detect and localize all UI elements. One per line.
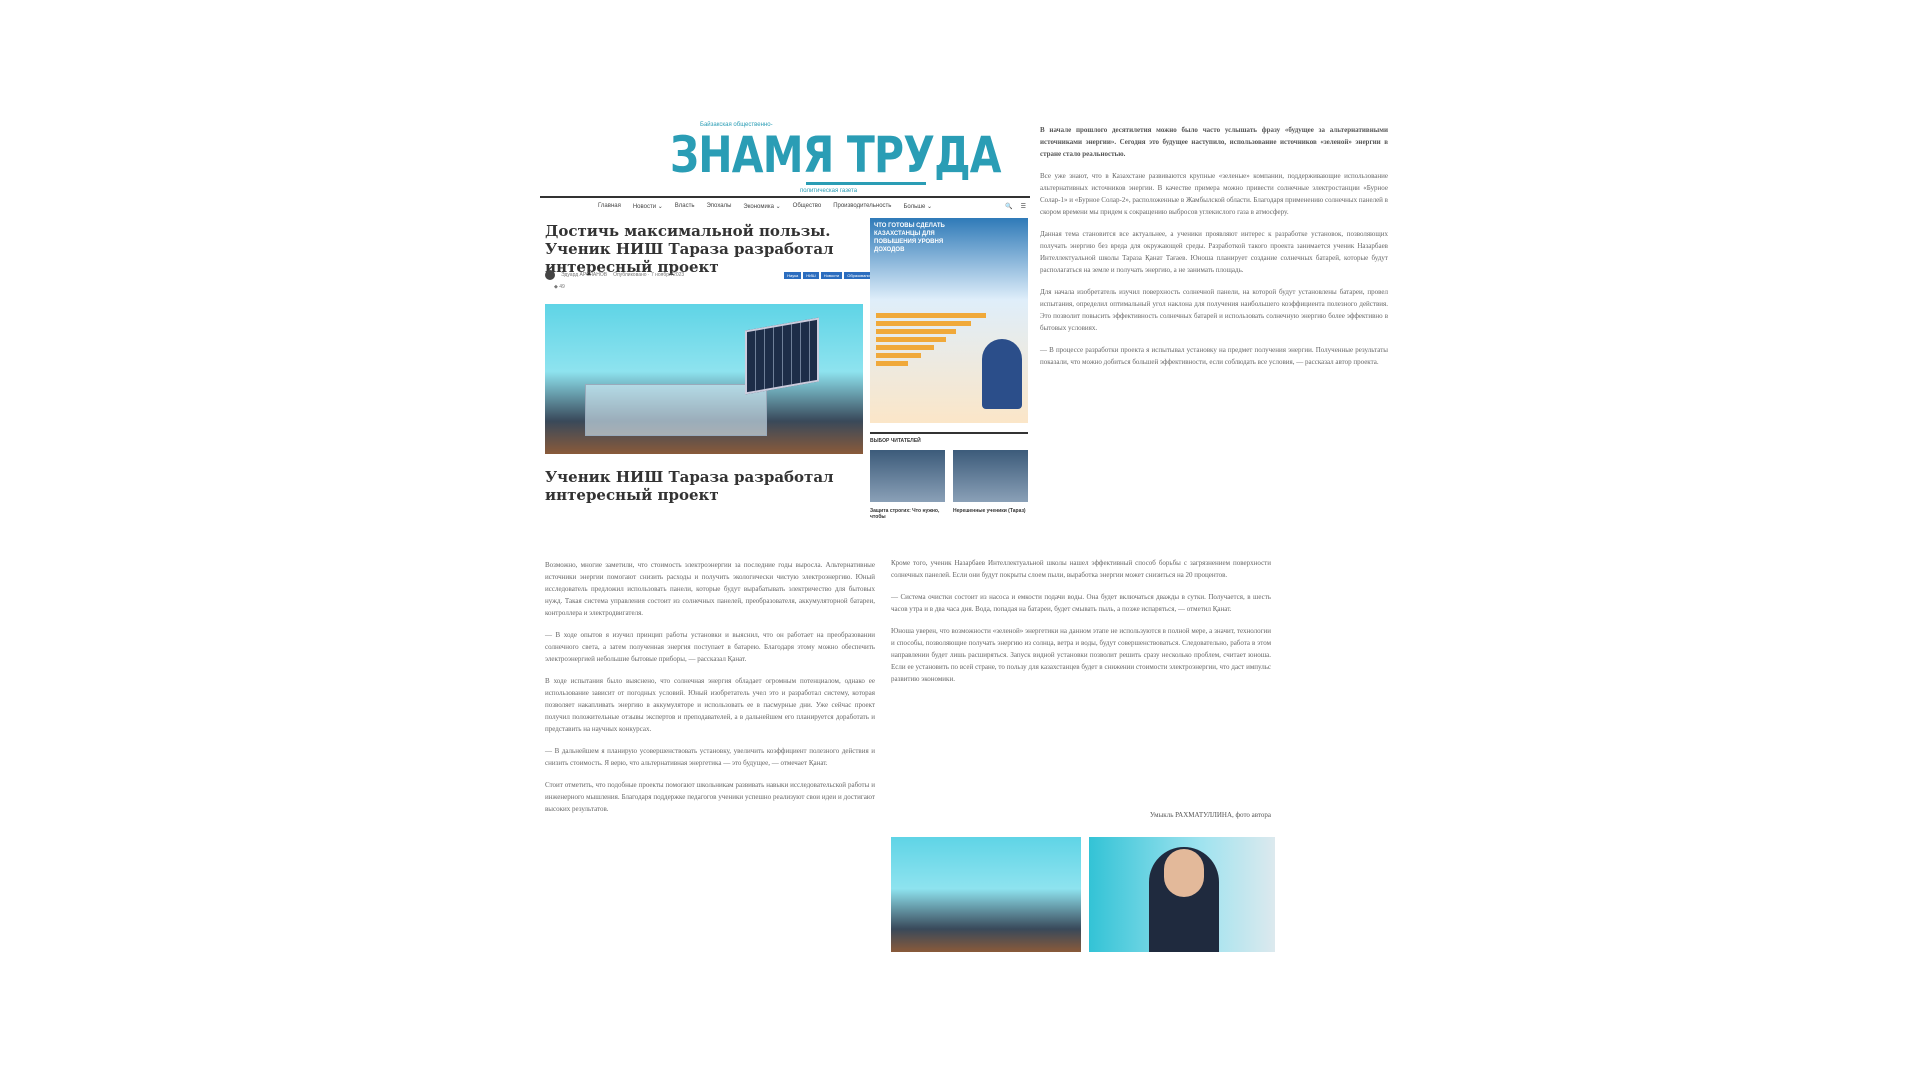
- promo-bar: [876, 337, 946, 342]
- tag-list: Наука НИШ Новости Образование: [784, 271, 875, 279]
- tag-nish[interactable]: НИШ: [803, 271, 819, 279]
- author-name[interactable]: Эдуард АРСЛАНОВ: [561, 272, 607, 278]
- paragraph: Стоит отметить, что подобные проекты пом…: [545, 781, 875, 813]
- sidebar-thumbnails: [870, 450, 1028, 502]
- logo-underline: [806, 182, 926, 185]
- paragraph: — В дальнейшем я планирую усовершенствов…: [545, 747, 875, 767]
- paragraph: Данная тема становится все актуальнее, а…: [1040, 230, 1388, 274]
- author-avatar: [545, 270, 555, 280]
- paragraph: Возможно, многие заметили, что стоимость…: [545, 561, 875, 617]
- paragraph: — В процессе разработки проекта я испыты…: [1040, 346, 1388, 366]
- paragraph: В ходе испытания было выяснено, что солн…: [545, 677, 875, 733]
- sidebar-thumb[interactable]: [953, 450, 1028, 502]
- nav-item-news[interactable]: Новости ⌄: [633, 203, 663, 210]
- photo-credit: Умыкль РАХМАТУЛЛИНА, фото автора: [1149, 811, 1271, 819]
- tag-science[interactable]: Наука: [784, 271, 802, 279]
- nav-item-society[interactable]: Общество: [793, 203, 822, 209]
- paragraph: — Система очистки состоит из насоса и ем…: [891, 593, 1271, 613]
- hero-photo-solar-installation: [545, 304, 863, 454]
- hero-solar-panel: [745, 317, 819, 395]
- main-nav: Главная Новости ⌄ Власть Эпохалы Экономи…: [540, 196, 1030, 214]
- nav-item-home[interactable]: Главная: [598, 203, 621, 209]
- paragraph: Юноша уверен, что возможности «зеленой» …: [891, 627, 1271, 683]
- nav-item-economy[interactable]: Экономика ⌄: [743, 203, 780, 210]
- photo-student-portrait: [1089, 837, 1275, 952]
- search-icon[interactable]: 🔍: [1005, 203, 1012, 210]
- tag-news[interactable]: Новости: [820, 271, 843, 279]
- paragraph: В начале прошлого десятилетия можно было…: [1040, 126, 1388, 158]
- promo-bar: [876, 329, 956, 334]
- student-face: [1164, 849, 1204, 897]
- paragraph: Для начала изобретатель изучил поверхнос…: [1040, 288, 1388, 332]
- nav-item-more[interactable]: Больше ⌄: [903, 203, 932, 210]
- nav-right: 🔍 ☰: [1005, 203, 1030, 210]
- promo-person-illustration: [982, 339, 1022, 409]
- promo-bar: [876, 361, 908, 366]
- menu-icon[interactable]: ☰: [1021, 203, 1026, 210]
- sidebar-heading: ВЫБОР ЧИТАТЕЛЕЙ: [870, 438, 921, 444]
- newspaper-logo[interactable]: ЗНАМЯ ТРУДА: [670, 126, 1001, 184]
- promo-bar: [876, 321, 971, 326]
- publish-date: Опубликовано · 7 ноября 2023: [613, 272, 685, 278]
- nav-item-productivity[interactable]: Производительность: [833, 203, 891, 209]
- promo-bar: [876, 313, 986, 318]
- paragraph: Кроме того, ученик Назарбаев Интеллектуа…: [891, 559, 1271, 579]
- photo-solar-device: [891, 837, 1081, 952]
- promo-bar: [876, 353, 921, 358]
- sidebar-thumb-caption[interactable]: Нерешенные ученики (Тараз): [953, 508, 1028, 514]
- promo-bars: [876, 313, 996, 369]
- sidebar-divider: [870, 432, 1028, 434]
- view-count: ◆ 49: [554, 284, 565, 290]
- article-body-bottom-left: Возможно, многие заметили, что стоимость…: [545, 559, 875, 825]
- paragraph: Все уже знают, что в Казахстане развиваю…: [1040, 172, 1388, 216]
- section-title: Ученик НИШ Тараза разработал интересный …: [545, 468, 834, 504]
- promo-bar: [876, 345, 934, 350]
- article-body-bottom-right: Кроме того, ученик Назарбаев Интеллектуа…: [891, 557, 1271, 695]
- newspaper-page-bottom-left: Возможно, многие заметили, что стоимость…: [540, 555, 878, 960]
- newspaper-page-top-left: Байзакская общественно- ЗНАМЯ ТРУДА поли…: [540, 118, 1030, 538]
- sidebar-thumb-caption[interactable]: Защита строгих: Что нужно, чтобы: [870, 508, 945, 520]
- newspaper-page-bottom-right: Кроме того, ученик Назарбаев Интеллектуа…: [883, 555, 1281, 960]
- sidebar-thumb[interactable]: [870, 450, 945, 502]
- article-body-top-right: В начале прошлого десятилетия можно было…: [1040, 124, 1388, 378]
- masthead-subline: политическая газета: [800, 188, 858, 194]
- promo-infographic[interactable]: ЧТО ГОТОВЫ СДЕЛАТЬ КАЗАХСТАНЦЫ ДЛЯ ПОВЫШ…: [870, 218, 1028, 423]
- promo-title: ЧТО ГОТОВЫ СДЕЛАТЬ КАЗАХСТАНЦЫ ДЛЯ ПОВЫШ…: [874, 223, 945, 253]
- nav-item-epochs[interactable]: Эпохалы: [706, 203, 731, 209]
- masthead: Байзакская общественно- ЗНАМЯ ТРУДА поли…: [540, 118, 1001, 198]
- nav-item-power[interactable]: Власть: [675, 203, 695, 209]
- newspaper-page-top-right: В начале прошлого десятилетия можно было…: [1040, 122, 1392, 542]
- article-meta: Эдуард АРСЛАНОВ Опубликовано · 7 ноября …: [545, 268, 875, 282]
- paragraph: — В ходе опытов я изучил принцип работы …: [545, 631, 875, 663]
- hero-device-box: [585, 384, 767, 436]
- sidebar: ЧТО ГОТОВЫ СДЕЛАТЬ КАЗАХСТАНЦЫ ДЛЯ ПОВЫШ…: [870, 218, 1030, 538]
